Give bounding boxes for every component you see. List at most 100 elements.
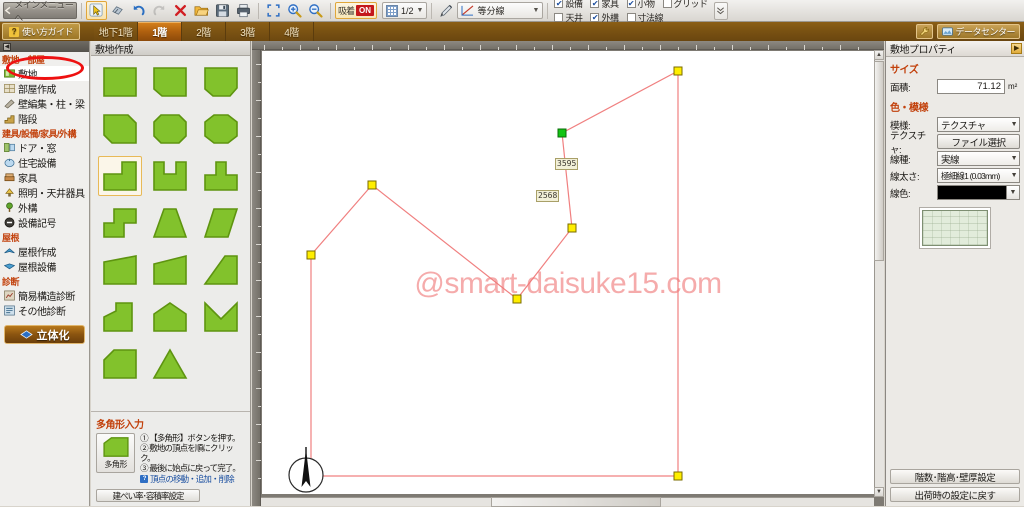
shape-slant-right[interactable] bbox=[98, 250, 142, 290]
grid-scale-select[interactable]: 1/2 ▼ bbox=[382, 2, 428, 19]
vertex-handle[interactable] bbox=[673, 66, 683, 76]
shape-corner-cut[interactable] bbox=[98, 344, 142, 384]
linewidth-select[interactable]: 極細線1 (0.03mm) ▼ bbox=[937, 168, 1020, 183]
linetype-select[interactable]: 実線 ▼ bbox=[937, 151, 1020, 166]
shape-step-shape[interactable] bbox=[98, 203, 142, 243]
sidebar-item-stairs[interactable]: 階段 bbox=[0, 111, 89, 126]
open-file-button[interactable] bbox=[191, 1, 212, 20]
panel-expand-icon[interactable]: ▶ bbox=[1011, 43, 1022, 54]
sidebar-item-structure-diagnosis[interactable]: 簡易構造診断 bbox=[0, 288, 89, 303]
shape-trapezoid-up[interactable] bbox=[149, 203, 193, 243]
reset-defaults-button[interactable]: 出荷時の設定に戻す bbox=[890, 487, 1020, 502]
sidebar-collapse-bar[interactable]: ◀ bbox=[0, 41, 89, 52]
zoom-in-button[interactable] bbox=[284, 1, 305, 20]
shape-chamfer-three[interactable] bbox=[149, 109, 193, 149]
chevron-down-icon-linetype: ▼ bbox=[1010, 155, 1018, 162]
tab-basement-1f[interactable]: 地下1階 bbox=[94, 22, 139, 41]
canvas-vertical-scrollbar[interactable]: ▲ ▼ bbox=[874, 50, 884, 497]
shape-chamfer-tr-bl[interactable] bbox=[98, 109, 142, 149]
shape-chamfer-bottom-both[interactable] bbox=[199, 62, 243, 102]
pan-hand-button[interactable] bbox=[107, 1, 128, 20]
check-equipment[interactable]: 設備 bbox=[554, 0, 583, 10]
coverage-ratio-button[interactable]: 建ぺい率･容積率設定 bbox=[96, 489, 200, 502]
shape-t-shape[interactable] bbox=[199, 156, 243, 196]
make-3d-button[interactable]: 立体化 bbox=[4, 325, 85, 344]
usage-guide-button[interactable]: ? 使い方ガイド bbox=[2, 23, 81, 40]
dimension-label-2[interactable]: 2568 bbox=[536, 190, 560, 202]
grid-pattern-icon bbox=[386, 4, 399, 17]
tab-1f[interactable]: 1階 bbox=[138, 22, 183, 41]
scroll-down-arrow[interactable]: ▼ bbox=[874, 487, 884, 497]
fit-screen-button[interactable] bbox=[263, 1, 284, 20]
print-button[interactable] bbox=[233, 1, 254, 20]
scroll-up-arrow[interactable]: ▲ bbox=[874, 50, 884, 60]
vertex-handle[interactable] bbox=[567, 223, 577, 233]
sidebar-item-roof-equipment[interactable]: 屋根設備 bbox=[0, 259, 89, 274]
sidebar-item-exterior[interactable]: 外構 bbox=[0, 200, 89, 215]
shape-octagon[interactable] bbox=[199, 109, 243, 149]
check-furniture[interactable]: 家具 bbox=[590, 0, 619, 10]
shape-rect[interactable] bbox=[98, 62, 142, 102]
drawing-paper[interactable]: 3595 2568 @smart-daisuke15.com bbox=[262, 51, 874, 494]
shape-pentagon-home[interactable] bbox=[149, 297, 193, 337]
delete-button[interactable] bbox=[170, 1, 191, 20]
zoom-out-button[interactable] bbox=[305, 1, 326, 20]
sidebar-item-wall-edit[interactable]: 壁編集・柱・梁 bbox=[0, 96, 89, 111]
shape-octagon-icon bbox=[204, 114, 238, 144]
sidebar-item-roof-create[interactable]: 屋根作成 bbox=[0, 244, 89, 259]
shape-pentagon-icon bbox=[153, 302, 188, 332]
check-small-items[interactable]: 小物 bbox=[626, 0, 655, 10]
shape-v-notch[interactable] bbox=[199, 297, 243, 337]
snap-toggle-button[interactable]: 吸着 ON bbox=[335, 2, 378, 19]
dimension-label-1[interactable]: 3595 bbox=[555, 158, 579, 170]
linetype-select-value: 実線 bbox=[941, 154, 960, 166]
shape-u-icon bbox=[153, 161, 188, 191]
sidebar-item-furniture[interactable]: 家具 bbox=[0, 170, 89, 185]
texture-file-button[interactable]: ファイル選択 bbox=[937, 134, 1020, 149]
check-grid[interactable]: グリッド bbox=[662, 0, 708, 10]
tools-button[interactable] bbox=[916, 24, 934, 39]
data-center-button[interactable]: データセンター bbox=[937, 24, 1020, 39]
area-field[interactable]: 71.12 bbox=[937, 79, 1005, 94]
pen-tool-button[interactable] bbox=[436, 1, 457, 20]
shape-triangle[interactable] bbox=[149, 344, 193, 384]
vertex-handle[interactable] bbox=[367, 180, 377, 190]
vertex-handle[interactable] bbox=[673, 471, 683, 481]
shape-parallelogram[interactable] bbox=[199, 203, 243, 243]
toolbar-expand-button[interactable] bbox=[713, 1, 728, 20]
sidebar-item-site[interactable]: 敷地 bbox=[0, 66, 89, 81]
line-tool-select[interactable]: 等分線 ▼ bbox=[457, 2, 544, 19]
sidebar-item-door-window[interactable]: ドア・窓 bbox=[0, 140, 89, 155]
sidebar-item-lighting[interactable]: 照明・天井器具 bbox=[0, 185, 89, 200]
scroll-thumb-vertical[interactable] bbox=[874, 61, 884, 261]
tab-3f[interactable]: 3階 bbox=[226, 22, 271, 41]
shape-boot-shape[interactable] bbox=[98, 297, 142, 337]
vertex-handle[interactable] bbox=[306, 250, 316, 260]
floor-settings-button[interactable]: 階数･階高･壁厚設定 bbox=[890, 469, 1020, 484]
vertex-edit-link[interactable]: ? 頂点の移動・追加・削除 bbox=[140, 473, 245, 485]
main-menu-button[interactable]: メインメニューへ bbox=[3, 0, 77, 23]
sidebar-item-housing-equipment-label: 住宅設備 bbox=[18, 159, 57, 170]
shape-l-shape[interactable] bbox=[98, 156, 142, 196]
shape-u-shape[interactable] bbox=[149, 156, 193, 196]
linecolor-swatch[interactable]: ▼ bbox=[937, 185, 1020, 200]
pattern-select[interactable]: テクスチャ ▼ bbox=[937, 117, 1020, 132]
vertex-handle-active[interactable] bbox=[557, 128, 567, 138]
save-file-button[interactable] bbox=[212, 1, 233, 20]
shape-chamfer-bottom-left[interactable] bbox=[149, 62, 193, 102]
redo-button[interactable] bbox=[149, 1, 170, 20]
checkbox-icon-dimension bbox=[626, 13, 636, 22]
sidebar-item-room-create[interactable]: 部屋作成 bbox=[0, 81, 89, 96]
sidebar-item-equipment-symbol[interactable]: 設備記号 bbox=[0, 215, 89, 230]
sidebar-item-housing-equipment[interactable]: 住宅設備 bbox=[0, 155, 89, 170]
canvas-horizontal-scrollbar[interactable] bbox=[261, 497, 874, 507]
area-unit: m² bbox=[1008, 82, 1018, 91]
shape-notch-diagonal[interactable] bbox=[199, 250, 243, 290]
select-arrow-button[interactable] bbox=[86, 1, 107, 20]
tab-2f[interactable]: 2階 bbox=[182, 22, 227, 41]
undo-button[interactable] bbox=[128, 1, 149, 20]
tab-4f[interactable]: 4階 bbox=[270, 22, 315, 41]
polygon-tool-button[interactable]: 多角形 bbox=[96, 433, 136, 473]
sidebar-item-other-diagnosis[interactable]: その他診断 bbox=[0, 303, 89, 318]
shape-slant-top[interactable] bbox=[149, 250, 193, 290]
